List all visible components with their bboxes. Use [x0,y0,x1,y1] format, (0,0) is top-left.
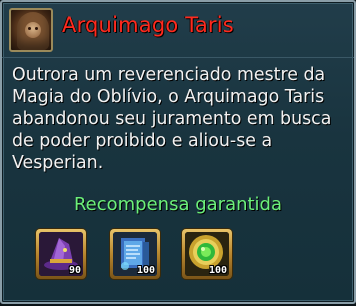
reward-slot-wizard-hat[interactable]: 90 [36,229,86,279]
reward-quantity: 90 [68,265,81,276]
reward-quantity: 100 [208,265,227,276]
npc-portrait [9,8,53,52]
reward-slot-spell-scroll[interactable]: 100 [110,229,160,279]
reward-slot-green-orb-coin[interactable]: 100 [182,229,232,279]
npc-description: Outrora um reverenciado mestre da Magia … [12,65,332,173]
cut-off-section-heading: . [62,296,302,306]
reward-quantity: 100 [136,265,155,276]
tooltip-header: Arquimago Taris [2,2,354,58]
rewards-heading: Recompensa garantida [73,194,283,215]
npc-name: Arquimago Taris [62,13,234,37]
npc-tooltip-panel: Arquimago Taris Outrora um reverenciado … [0,0,356,306]
